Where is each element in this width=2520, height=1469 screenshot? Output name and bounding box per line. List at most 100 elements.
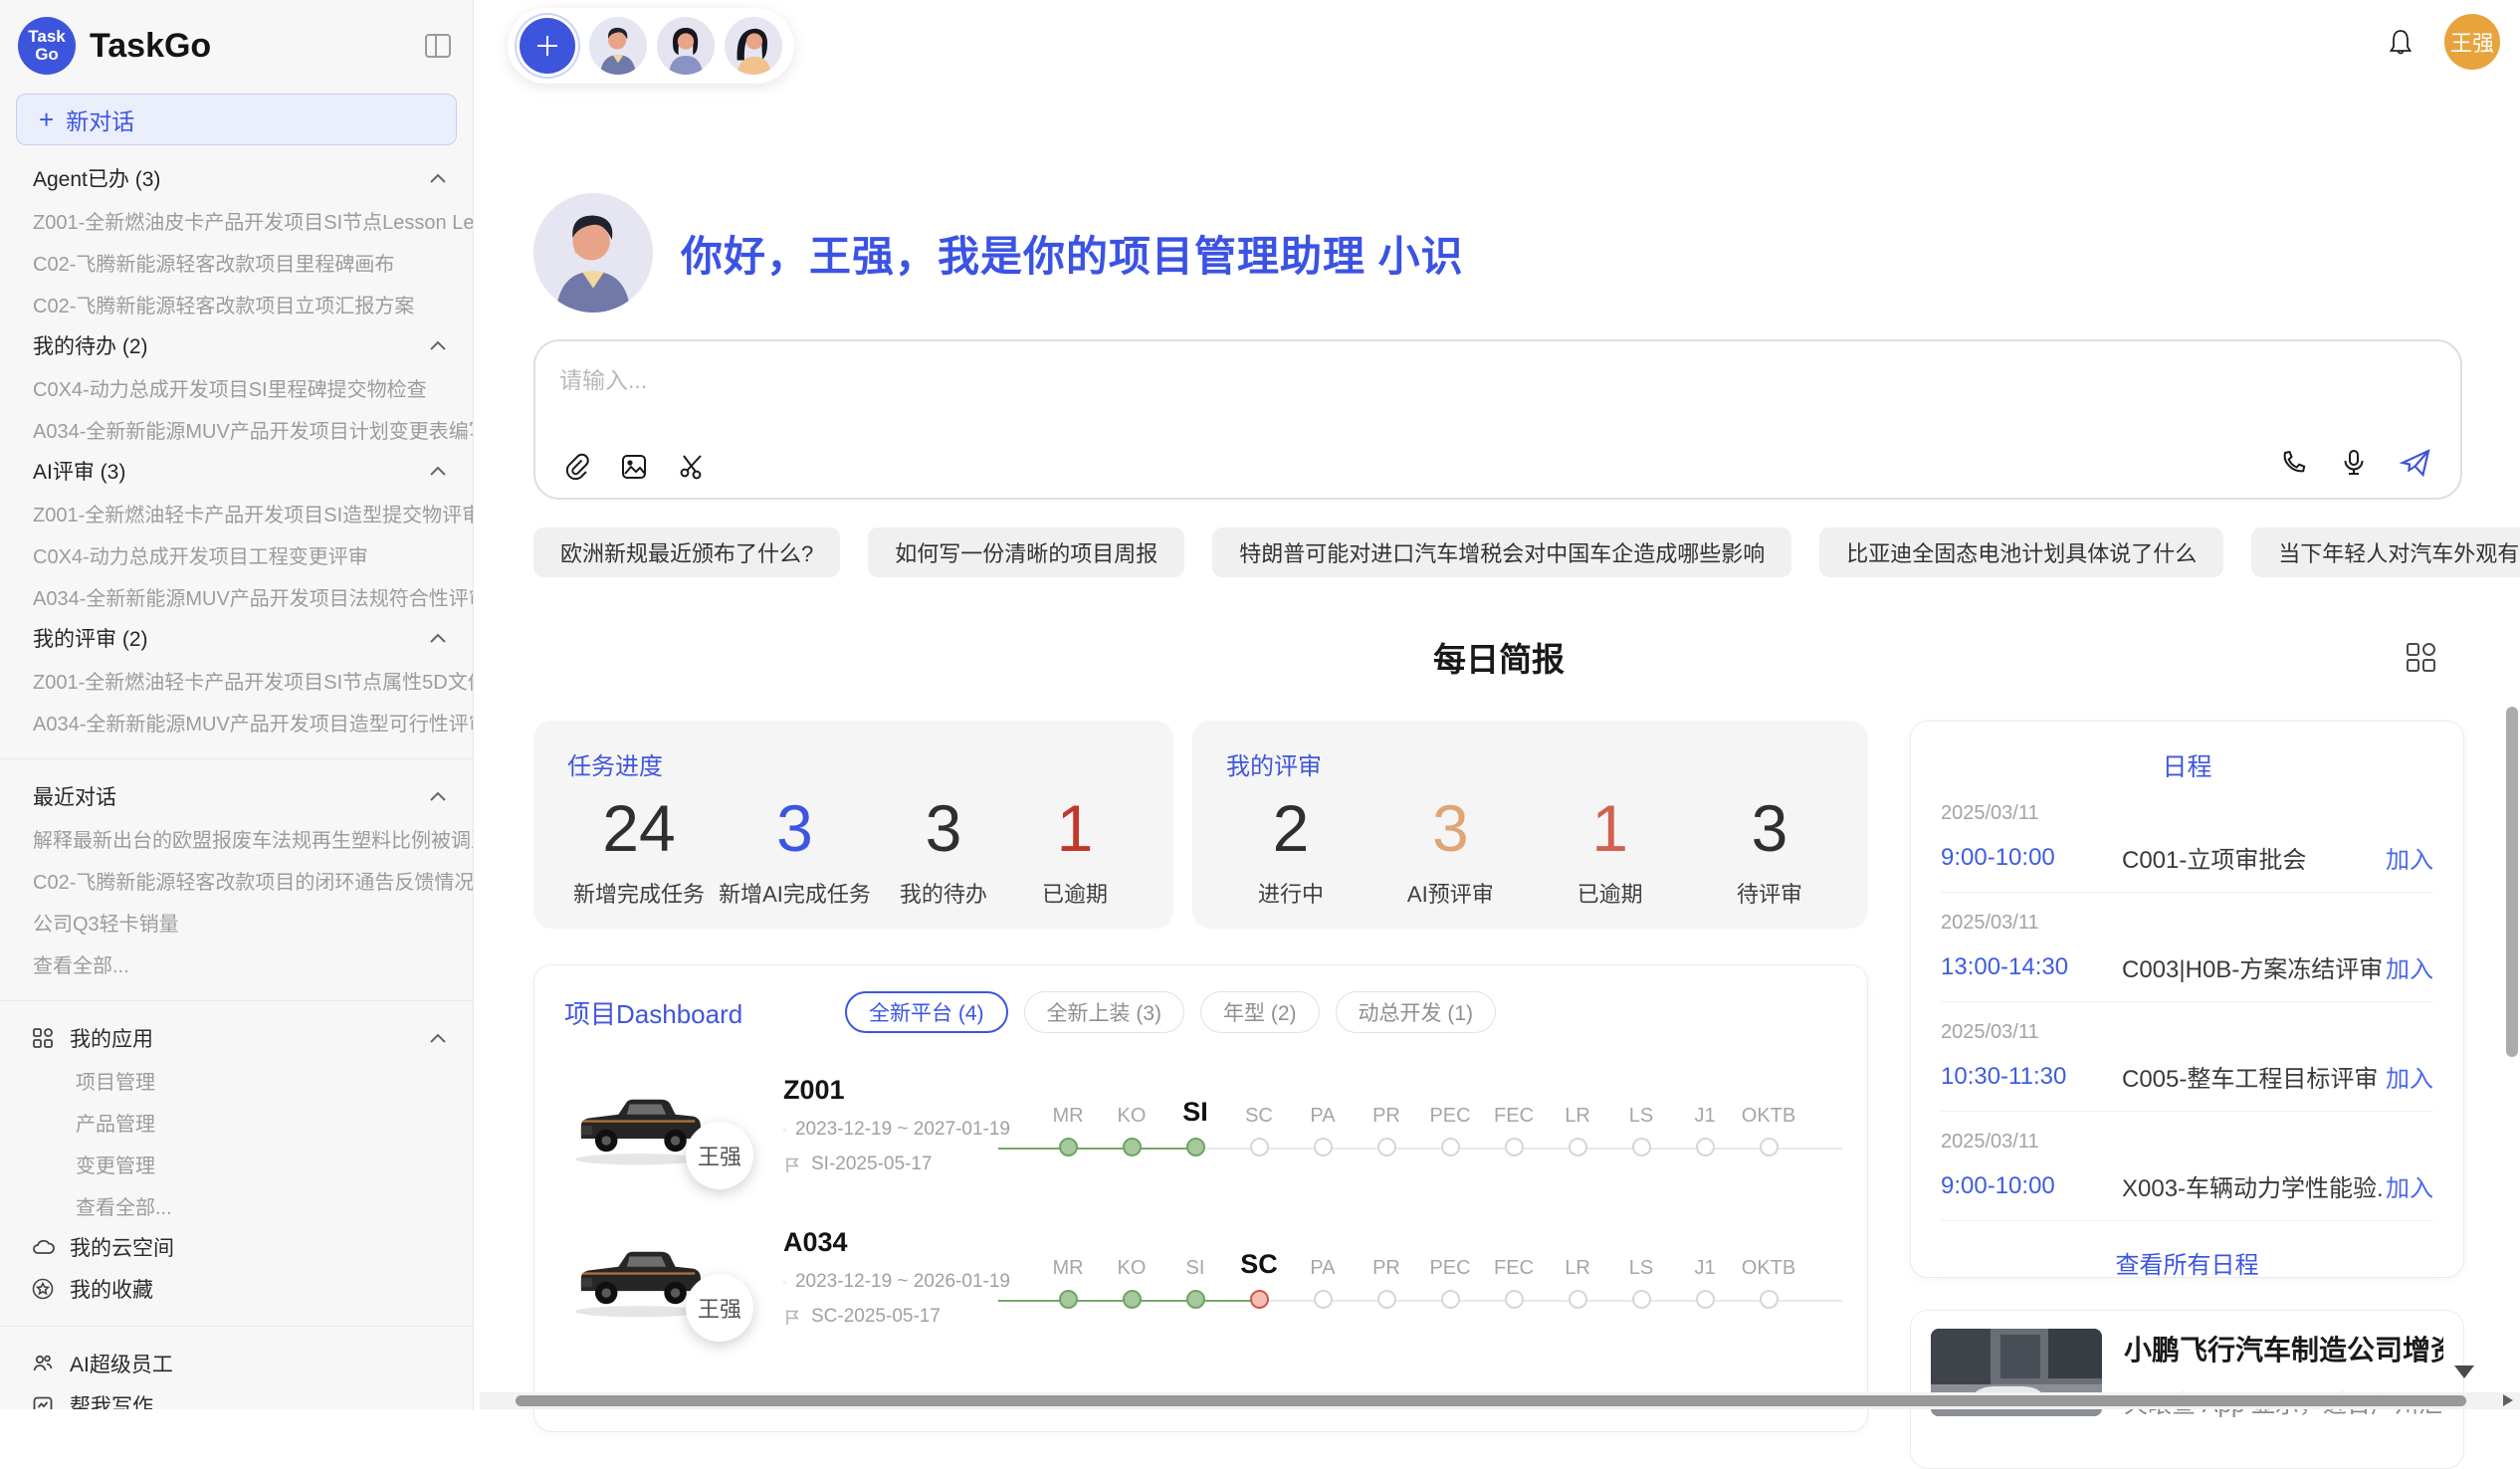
milestone-dot	[1696, 1138, 1715, 1156]
view-all-chats[interactable]: 查看全部...	[0, 943, 473, 984]
user-avatar[interactable]: 王强	[2444, 14, 2500, 70]
schedule-date: 2025/03/11	[1941, 802, 2433, 825]
milestone-dot	[1569, 1290, 1587, 1309]
join-button[interactable]: 加入	[2386, 949, 2433, 984]
milestone-dot-overdue	[1250, 1290, 1269, 1309]
tab-new-body[interactable]: 全新上装 (3)	[1024, 991, 1185, 1033]
section-recent-chats[interactable]: 最近对话	[0, 775, 473, 817]
horizontal-scrollbar[interactable]	[516, 1395, 2466, 1406]
notification-bell-icon[interactable]	[2385, 26, 2416, 58]
milestone-dot	[1632, 1138, 1651, 1156]
suggestion-chip[interactable]: 欧洲新规最近颁布了什么?	[533, 527, 840, 577]
horizontal-scrollbar-track	[480, 1392, 2520, 1409]
app-item-product-mgmt[interactable]: 产品管理	[0, 1101, 473, 1143]
task-item[interactable]: C0X4-动力总成开发项目SI里程碑提交物检查	[0, 366, 473, 408]
schedule-item: 2025/03/11 10:30-11:30 C005-整车工程目标评审 加入	[1941, 1002, 2433, 1112]
project-dates: 2023-12-19 ~ 2026-01-19	[795, 1271, 1010, 1293]
task-item[interactable]: A034-全新新能源MUV产品开发项目计划变更表编写	[0, 408, 473, 450]
current-milestone-label: SC	[1227, 1249, 1291, 1280]
chat-input[interactable]	[559, 361, 2152, 421]
view-all-schedule-link[interactable]: 查看所有日程	[1941, 1221, 2433, 1304]
task-item[interactable]: Z001-全新燃油皮卡产品开发项目SI节点Lesson Learn报告	[0, 199, 473, 241]
join-button[interactable]: 加入	[2386, 1059, 2433, 1094]
suggestion-chip[interactable]: 当下年轻人对汽车外观有怎样的喜好趋势	[2251, 527, 2520, 577]
join-button[interactable]: 加入	[2386, 1168, 2433, 1203]
app-item-project-mgmt[interactable]: 项目管理	[0, 1059, 473, 1101]
assistant-avatar-3[interactable]	[725, 17, 782, 75]
task-item[interactable]: A034-全新新能源MUV产品开发项目法规符合性评审	[0, 575, 473, 617]
recent-chat-item[interactable]: C02-飞腾新能源轻客改款项目的闭环通告反馈情况	[0, 859, 473, 901]
section-agent-done[interactable]: Agent已办 (3)	[0, 157, 473, 199]
image-icon[interactable]	[619, 452, 649, 482]
vertical-scrollbar[interactable]	[2506, 707, 2518, 1057]
send-icon[interactable]	[2399, 446, 2432, 480]
sidebar-item-favorites[interactable]: 我的收藏	[0, 1268, 473, 1310]
sidebar-collapse-icon[interactable]	[421, 29, 455, 63]
scroll-right-arrow[interactable]	[2503, 1394, 2513, 1406]
stat-overdue: 1 已逾期	[1016, 791, 1134, 909]
project-truck-image: 王强	[564, 1078, 714, 1173]
schedule-item: 2025/03/11 9:00-10:00 X003-车辆动力学性能验... 加…	[1941, 1112, 2433, 1221]
project-next-milestone: SI-2025-05-17	[811, 1154, 932, 1175]
chevron-up-icon	[429, 339, 447, 351]
task-item[interactable]: Z001-全新燃油轻卡产品开发项目SI造型提交物评审	[0, 492, 473, 533]
tab-powertrain[interactable]: 动总开发 (1)	[1336, 991, 1497, 1033]
project-owner-badge: 王强	[686, 1122, 753, 1189]
view-all-apps[interactable]: 查看全部...	[0, 1184, 473, 1226]
input-tools	[561, 452, 707, 482]
project-truck-image: 王强	[564, 1230, 714, 1326]
project-row-a034[interactable]: 王强 A034 2023-12-19 ~ 2026-01-19 SC-2025-…	[564, 1227, 1837, 1328]
milestone-dot	[1696, 1290, 1715, 1309]
app-item-change-mgmt[interactable]: 变更管理	[0, 1143, 473, 1184]
chevron-up-icon	[429, 790, 447, 802]
input-actions	[2279, 446, 2432, 480]
milestone-dot	[1569, 1138, 1587, 1156]
assistant-avatar-2[interactable]	[657, 17, 715, 75]
new-chat-button[interactable]: + 新对话	[16, 94, 457, 145]
task-item[interactable]: Z001-全新燃油轻卡产品开发项目SI节点属性5D文件评审	[0, 659, 473, 701]
chevron-up-icon	[429, 172, 447, 184]
tab-model-year[interactable]: 年型 (2)	[1200, 991, 1320, 1033]
milestone-dot	[1059, 1138, 1078, 1156]
milestone-dot	[1505, 1290, 1524, 1309]
news-card[interactable]: 小鹏飞行汽车制造公司增资 天眼查 App 显示，近日广州汇天飞行汽	[1910, 1310, 2464, 1469]
section-my-todo[interactable]: 我的待办 (2)	[0, 324, 473, 366]
task-item[interactable]: A034-全新新能源MUV产品开发项目造型可行性评审	[0, 701, 473, 742]
assistant-avatar-1[interactable]	[589, 17, 647, 75]
schedule-event-title: C001-立项审批会	[2122, 840, 2386, 875]
suggestion-chip[interactable]: 比亚迪全固态电池计划具体说了什么	[1819, 527, 2223, 577]
recent-chat-item[interactable]: 解释最新出台的欧盟报废车法规再生塑料比例被调至15%...	[0, 817, 473, 859]
sidebar-list: Agent已办 (3) Z001-全新燃油皮卡产品开发项目SI节点Lesson …	[0, 157, 473, 1409]
tab-new-platform[interactable]: 全新平台 (4)	[845, 991, 1008, 1033]
scroll-down-arrow[interactable]	[2454, 1365, 2474, 1378]
sidebar-item-ai-staff[interactable]: AI超级员工	[0, 1343, 473, 1384]
task-item[interactable]: C0X4-动力总成开发项目工程变更评审	[0, 533, 473, 575]
microphone-icon[interactable]	[2339, 448, 2369, 478]
section-my-apps[interactable]: 我的应用	[0, 1017, 473, 1059]
sidebar-item-writing-helper[interactable]: 帮我写作	[0, 1384, 473, 1409]
sidebar-item-cloud-space[interactable]: 我的云空间	[0, 1226, 473, 1268]
join-button[interactable]: 加入	[2386, 840, 2433, 875]
task-item[interactable]: C02-飞腾新能源轻客改款项目立项汇报方案	[0, 283, 473, 324]
stat-review-overdue: 1 已逾期	[1552, 791, 1669, 909]
clock-icon	[783, 1273, 786, 1292]
greeting-text: 你好，王强，我是你的项目管理助理 小识	[681, 223, 1464, 284]
dashboard-tabs: 全新平台 (4) 全新上装 (3) 年型 (2) 动总开发 (1)	[845, 991, 1496, 1033]
project-row-z001[interactable]: 王强 Z001 2023-12-19 ~ 2027-01-19 SI-2025-…	[564, 1075, 1837, 1175]
attachment-icon[interactable]	[561, 452, 591, 482]
recent-chat-item[interactable]: 公司Q3轻卡销量	[0, 901, 473, 943]
task-progress-card: 任务进度 24 新增完成任务 3 新增AI完成任务 3 我的待办 1 已逾期	[533, 721, 1173, 929]
schedule-date: 2025/03/11	[1941, 1021, 2433, 1044]
section-ai-review[interactable]: AI评审 (3)	[0, 450, 473, 492]
layout-grid-icon[interactable]	[2403, 639, 2438, 675]
project-info: Z001 2023-12-19 ~ 2027-01-19 SI-2025-05-…	[783, 1075, 1010, 1175]
add-assistant-button[interactable]	[520, 18, 575, 74]
suggestion-chip[interactable]: 如何写一份清晰的项目周报	[868, 527, 1184, 577]
news-body: 小鹏飞行汽车制造公司增资 天眼查 App 显示，近日广州汇天飞行汽	[2124, 1329, 2443, 1450]
task-item[interactable]: C02-飞腾新能源轻客改款项目里程碑画布	[0, 241, 473, 283]
suggestion-chip[interactable]: 特朗普可能对进口汽车增税会对中国车企造成哪些影响	[1212, 527, 1791, 577]
dashboard-title: 项目Dashboard	[564, 994, 845, 1031]
scissors-icon[interactable]	[677, 452, 707, 482]
phone-icon[interactable]	[2279, 448, 2309, 478]
section-my-review[interactable]: 我的评审 (2)	[0, 617, 473, 659]
